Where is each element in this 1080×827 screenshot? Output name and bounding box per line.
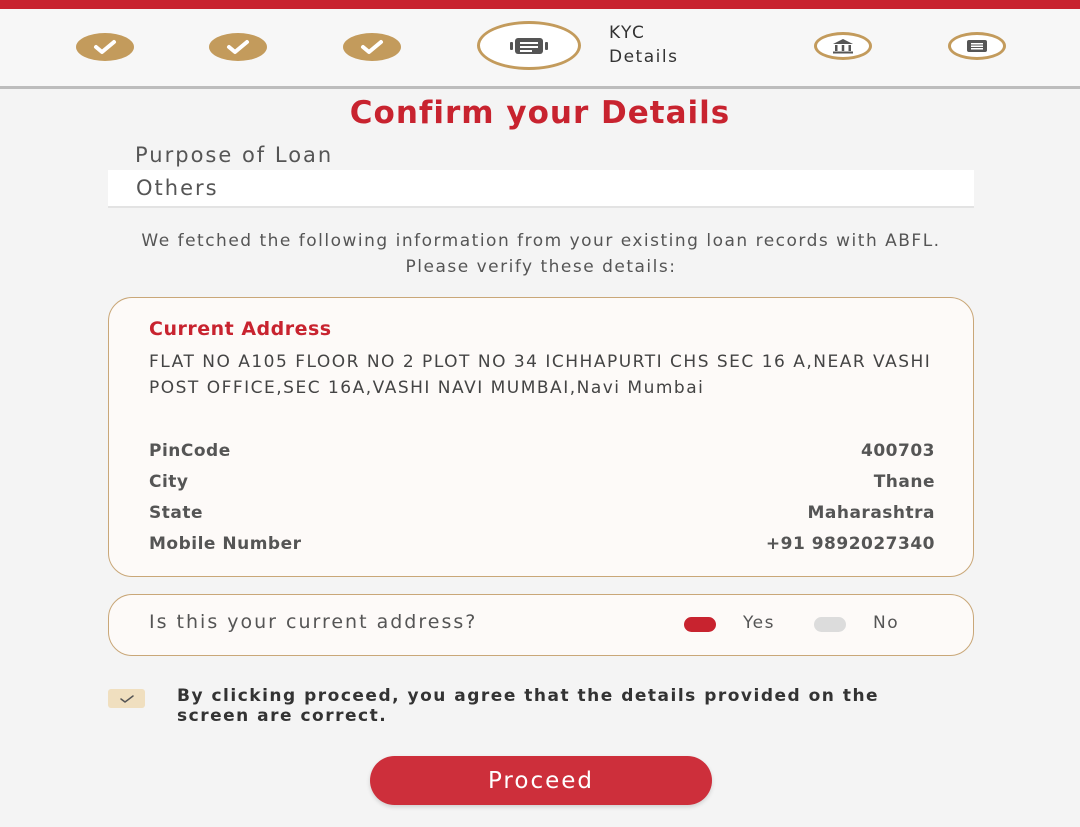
address-confirm-box: Is this your current address? Yes No <box>108 594 974 656</box>
address-card-title: Current Address <box>149 318 332 340</box>
page-title: Confirm your Details <box>349 95 731 131</box>
mobile-row: Mobile Number +91 9892027340 <box>149 534 935 558</box>
step-4-current[interactable] <box>477 21 581 70</box>
check-icon <box>94 40 116 54</box>
address-question: Is this your current address? <box>149 611 478 633</box>
check-icon <box>227 40 249 54</box>
mobile-value: +91 9892027340 <box>765 534 935 554</box>
state-value: Maharashtra <box>807 503 935 523</box>
address-card: Current Address FLAT NO A105 FLOOR NO 2 … <box>108 297 974 577</box>
check-icon <box>361 40 383 54</box>
loan-purpose-label: Purpose of Loan <box>135 143 334 167</box>
list-icon <box>967 40 987 52</box>
no-label[interactable]: No <box>873 613 899 633</box>
pincode-label: PinCode <box>149 441 231 461</box>
step-1-completed[interactable] <box>76 33 134 61</box>
current-step-label: KYC Details <box>609 23 679 67</box>
city-row: City Thane <box>149 472 935 496</box>
yes-label[interactable]: Yes <box>743 613 775 633</box>
city-value: Thane <box>873 472 935 492</box>
step-2-completed[interactable] <box>209 33 267 61</box>
info-text: We fetched the following information fro… <box>141 231 941 277</box>
proceed-button[interactable]: Proceed <box>370 756 712 805</box>
state-label: State <box>149 503 203 523</box>
bank-icon <box>833 39 853 54</box>
step-5-bank[interactable] <box>814 32 872 60</box>
agree-text: By clicking proceed, you agree that the … <box>177 686 880 726</box>
step-3-completed[interactable] <box>343 33 401 61</box>
yes-radio[interactable] <box>684 617 716 632</box>
no-radio[interactable] <box>814 617 846 632</box>
check-icon <box>119 694 134 703</box>
state-row: State Maharashtra <box>149 503 935 527</box>
loan-purpose-field[interactable]: Others <box>108 170 974 208</box>
progress-stepper: KYC Details <box>0 9 1080 89</box>
document-icon <box>510 37 548 54</box>
mobile-label: Mobile Number <box>149 534 302 554</box>
agree-checkbox[interactable] <box>108 689 145 708</box>
pincode-value: 400703 <box>861 441 935 461</box>
city-label: City <box>149 472 189 492</box>
step-6-list[interactable] <box>948 32 1006 60</box>
top-accent-bar <box>0 0 1080 9</box>
pincode-row: PinCode 400703 <box>149 441 935 465</box>
address-text: FLAT NO A105 FLOOR NO 2 PLOT NO 34 ICHHA… <box>149 352 932 398</box>
